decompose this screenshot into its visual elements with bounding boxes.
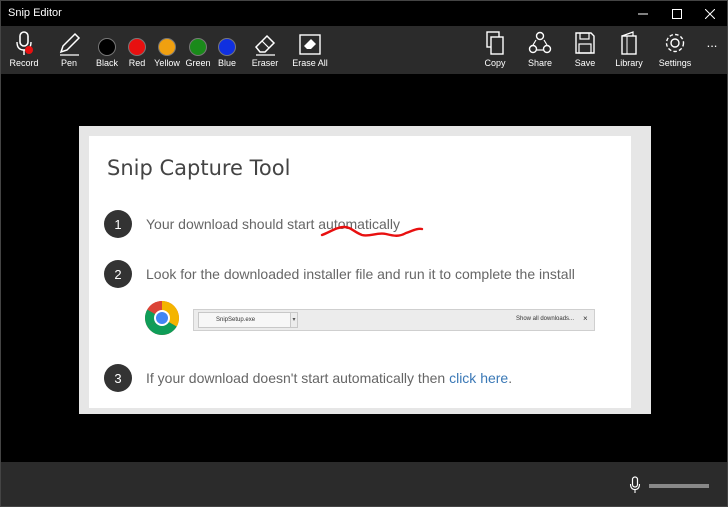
microphone-icon[interactable] xyxy=(629,476,641,494)
color-yellow-button[interactable]: Yellow xyxy=(153,26,181,74)
save-icon xyxy=(575,32,595,54)
erase-all-icon xyxy=(299,34,321,55)
erase-all-button[interactable]: Erase All xyxy=(291,26,329,74)
snip-editor-window: Snip Editor Record Pen Black Red Yellow … xyxy=(0,0,728,507)
color-green-label: Green xyxy=(185,58,211,68)
copy-icon xyxy=(486,31,504,55)
minimize-icon xyxy=(638,13,648,14)
color-green-button[interactable]: Green xyxy=(184,26,212,74)
save-button[interactable]: Save xyxy=(571,26,599,74)
more-button[interactable]: ... xyxy=(701,26,723,74)
gear-icon xyxy=(665,33,685,53)
color-black-label: Black xyxy=(95,58,118,68)
maximize-icon xyxy=(672,8,682,19)
window-title: Snip Editor xyxy=(8,7,62,19)
close-icon xyxy=(705,8,715,19)
maximize-button[interactable] xyxy=(660,1,694,26)
library-icon xyxy=(621,31,637,55)
green-swatch xyxy=(189,38,207,56)
microphone-record-icon xyxy=(16,31,33,55)
erase-all-label: Erase All xyxy=(292,58,328,68)
share-icon xyxy=(528,31,552,54)
toolbar: Record Pen Black Red Yellow Green Blue E… xyxy=(1,26,727,74)
copy-button[interactable]: Copy xyxy=(481,26,509,74)
color-yellow-label: Yellow xyxy=(154,58,180,68)
share-button[interactable]: Share xyxy=(525,26,555,74)
black-swatch xyxy=(98,38,116,56)
eraser-label: Eraser xyxy=(251,58,279,68)
microphone-volume-slider[interactable] xyxy=(649,484,709,488)
blue-swatch xyxy=(218,38,236,56)
record-button[interactable]: Record xyxy=(8,26,40,74)
library-button[interactable]: Library xyxy=(613,26,645,74)
color-blue-label: Blue xyxy=(217,58,236,68)
color-black-button[interactable]: Black xyxy=(95,26,119,74)
share-label: Share xyxy=(527,58,553,68)
pen-label: Pen xyxy=(60,58,77,68)
color-red-label: Red xyxy=(128,58,146,68)
title-bar: Snip Editor xyxy=(1,1,727,26)
settings-label: Settings xyxy=(658,58,692,68)
library-label: Library xyxy=(615,58,643,68)
save-label: Save xyxy=(574,58,596,68)
minimize-button[interactable] xyxy=(626,1,660,26)
red-swatch xyxy=(128,38,146,56)
eraser-button[interactable]: Eraser xyxy=(249,26,281,74)
copy-label: Copy xyxy=(484,58,506,68)
close-button[interactable] xyxy=(693,1,727,26)
record-label: Record xyxy=(9,58,39,68)
color-red-button[interactable]: Red xyxy=(125,26,149,74)
settings-button[interactable]: Settings xyxy=(657,26,693,74)
pen-icon xyxy=(59,32,81,56)
yellow-swatch xyxy=(158,38,176,56)
red-scribble-stroke xyxy=(320,225,424,237)
eraser-icon xyxy=(254,34,276,56)
pen-button[interactable]: Pen xyxy=(55,26,83,74)
more-icon: ... xyxy=(706,35,718,50)
pen-annotation xyxy=(320,225,424,237)
status-bar xyxy=(1,462,727,506)
color-blue-button[interactable]: Blue xyxy=(215,26,239,74)
editor-canvas[interactable]: Snip Capture Tool 1 Your download should… xyxy=(1,74,727,462)
